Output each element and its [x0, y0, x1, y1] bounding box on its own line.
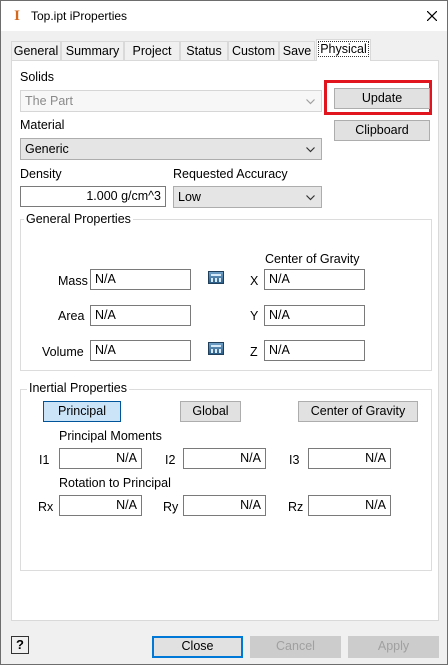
material-dropdown[interactable]: Generic — [20, 138, 322, 160]
tab-custom[interactable]: Custom — [228, 41, 279, 60]
volume-field[interactable]: N/A — [90, 340, 191, 361]
solids-label: Solids — [20, 70, 55, 84]
tab-status[interactable]: Status — [180, 41, 228, 60]
i2-field[interactable]: N/A — [183, 448, 266, 469]
window-title: Top.ipt iProperties — [31, 9, 128, 23]
accuracy-dropdown[interactable]: Low — [173, 186, 322, 208]
global-button[interactable]: Global — [180, 401, 241, 422]
inertial-properties-title: Inertial Properties — [27, 381, 129, 395]
tab-summary[interactable]: Summary — [61, 41, 124, 60]
help-icon: ? — [16, 637, 24, 652]
density-label: Density — [20, 167, 62, 181]
accuracy-label: Requested Accuracy — [173, 167, 288, 181]
cancel-button[interactable]: Cancel — [250, 636, 341, 658]
apply-button[interactable]: Apply — [348, 636, 439, 658]
principal-button[interactable]: Principal — [43, 401, 121, 422]
physical-tab-panel: Solids The Part Update Clipboard Materia… — [11, 60, 439, 621]
update-button[interactable]: Update — [334, 88, 430, 109]
rx-label: Rx — [38, 500, 54, 514]
close-button[interactable]: Close — [152, 636, 243, 658]
inventor-app-icon: I — [14, 8, 20, 24]
volume-label: Volume — [42, 345, 84, 359]
solids-value: The Part — [25, 94, 73, 108]
clipboard-button[interactable]: Clipboard — [334, 120, 430, 141]
rz-field[interactable]: N/A — [308, 495, 391, 516]
i2-label: I2 — [165, 453, 176, 467]
principal-moments-title: Principal Moments — [59, 429, 162, 443]
area-label: Area — [58, 309, 85, 323]
cog-z-field[interactable]: N/A — [264, 340, 365, 361]
x-label: X — [250, 274, 259, 288]
chevron-down-icon — [306, 147, 315, 153]
y-label: Y — [250, 309, 259, 323]
cog-y-field[interactable]: N/A — [264, 305, 365, 326]
iproperties-dialog: I Top.ipt iProperties General Summary Pr… — [0, 0, 448, 665]
mass-field[interactable]: N/A — [90, 269, 191, 290]
calculator-icon[interactable] — [208, 342, 224, 355]
material-label: Material — [20, 118, 65, 132]
cog-title: Center of Gravity — [265, 252, 360, 266]
close-window-button[interactable] — [417, 1, 447, 31]
i1-label: I1 — [39, 453, 50, 467]
general-properties-title: General Properties — [24, 212, 133, 226]
tab-project[interactable]: Project — [124, 41, 180, 60]
area-field[interactable]: N/A — [90, 305, 191, 326]
rz-label: Rz — [288, 500, 304, 514]
rx-field[interactable]: N/A — [59, 495, 142, 516]
tab-general[interactable]: General — [11, 41, 61, 60]
tab-physical[interactable]: Physical — [316, 39, 371, 61]
chevron-down-icon — [306, 195, 315, 201]
mass-label: Mass — [58, 274, 88, 288]
center-of-gravity-button[interactable]: Center of Gravity — [298, 401, 418, 422]
ry-label: Ry — [163, 500, 179, 514]
title-bar: I Top.ipt iProperties — [1, 1, 447, 31]
accuracy-value: Low — [178, 190, 201, 204]
i3-field[interactable]: N/A — [308, 448, 391, 469]
cog-x-field[interactable]: N/A — [264, 269, 365, 290]
rotation-title: Rotation to Principal — [59, 476, 171, 490]
ry-field[interactable]: N/A — [183, 495, 266, 516]
chevron-down-icon — [306, 99, 315, 105]
close-icon — [427, 11, 437, 21]
z-label: Z — [250, 345, 258, 359]
density-field[interactable]: 1.000 g/cm^3 — [20, 186, 166, 207]
i3-label: I3 — [289, 453, 300, 467]
calculator-icon[interactable] — [208, 271, 224, 284]
tab-save[interactable]: Save — [279, 41, 315, 60]
material-value: Generic — [25, 142, 69, 156]
help-button[interactable]: ? — [11, 636, 29, 654]
solids-dropdown[interactable]: The Part — [20, 90, 322, 112]
i1-field[interactable]: N/A — [59, 448, 142, 469]
